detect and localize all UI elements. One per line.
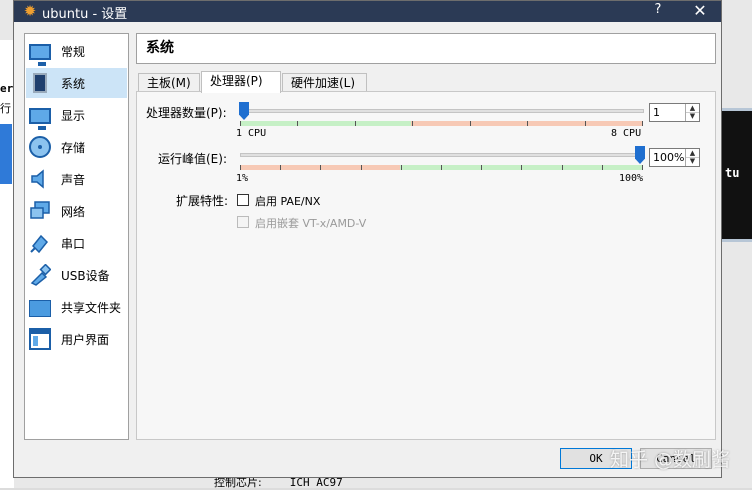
sidebar-item-system[interactable]: 系统 — [26, 68, 127, 98]
settings-sidebar: 常规 系统 显示 存储 声音 网络 串口 USB设备 共享文件夹 用户界面 — [24, 33, 129, 440]
sidebar-item-label: 声音 — [61, 172, 86, 187]
folder-icon — [29, 300, 51, 317]
tab-processor[interactable]: 处理器(P) — [201, 71, 281, 93]
execution-cap-spin-buttons: ▲ ▼ — [685, 149, 699, 166]
slider-tick — [470, 121, 471, 126]
settings-dialog: ✹ ubuntu - 设置 ? ✕ 常规 系统 显示 存储 声音 网络 串口 U… — [13, 0, 730, 478]
sidebar-item-audio[interactable]: 声音 — [26, 164, 127, 194]
execution-cap-min-label: 1% — [236, 173, 249, 184]
processor-count-label: 处理器数量(P): — [146, 106, 227, 120]
sidebar-item-label: 常规 — [61, 44, 86, 59]
slider-tick — [441, 165, 442, 170]
sidebar-item-shared-folders[interactable]: 共享文件夹 — [26, 292, 127, 322]
sidebar-item-label: 网络 — [61, 204, 86, 219]
slider-tick — [240, 121, 241, 126]
slider-tick — [585, 121, 586, 126]
execution-cap-max-label: 100% — [619, 173, 644, 184]
usb-icon — [29, 263, 52, 286]
tab-acceleration[interactable]: 硬件加速(L) — [282, 73, 367, 92]
sidebar-item-label: 用户界面 — [61, 332, 110, 347]
processor-ticks — [240, 121, 644, 126]
sidebar-item-usb[interactable]: USB设备 — [26, 260, 127, 290]
slider-tick — [297, 121, 298, 126]
extended-features-label: 扩展特性: — [176, 194, 229, 208]
slider-tick — [602, 165, 603, 170]
sidebar-item-serial[interactable]: 串口 — [26, 228, 127, 258]
general-monitor-icon — [29, 43, 51, 66]
processor-spin-buttons: ▲ ▼ — [685, 104, 699, 121]
sidebar-item-network[interactable]: 网络 — [26, 196, 127, 226]
watermark: 知乎 @数刷酱 — [610, 449, 731, 471]
slider-tick — [521, 165, 522, 170]
slider-tick — [642, 121, 643, 126]
speaker-icon — [29, 168, 51, 190]
sidebar-item-label: 共享文件夹 — [61, 300, 122, 315]
system-chip-icon — [29, 72, 51, 94]
nested-vtx-label: 启用嵌套 VT-x/AMD-V — [255, 217, 367, 230]
spin-down-arrow-icon[interactable]: ▼ — [686, 157, 699, 165]
slider-tick — [320, 165, 321, 170]
sidebar-item-storage[interactable]: 存储 — [26, 132, 127, 162]
close-button[interactable]: ✕ — [690, 1, 710, 21]
tab-motherboard[interactable]: 主板(M) — [138, 73, 200, 92]
sidebar-item-label: 存储 — [61, 140, 86, 155]
background-left-text-2: 行 — [0, 102, 11, 115]
slider-tick — [527, 121, 528, 126]
processor-min-label: 1 CPU — [236, 128, 267, 139]
execution-cap-label: 运行峰值(E): — [158, 152, 227, 166]
help-button[interactable]: ? — [650, 2, 666, 20]
execution-cap-spinbox[interactable]: 100% ▲ ▼ — [649, 148, 700, 167]
processor-count-value: 1 — [653, 106, 660, 119]
serial-port-icon — [29, 232, 51, 254]
storage-disk-icon — [29, 136, 51, 158]
slider-tick — [562, 165, 563, 170]
background-preview-text: tu — [725, 166, 740, 180]
section-title: 系统 — [136, 33, 716, 64]
processor-count-spinbox[interactable]: 1 ▲ ▼ — [649, 103, 700, 122]
background-selection — [0, 124, 12, 184]
slider-tick — [355, 121, 356, 126]
execution-cap-ticks — [240, 165, 644, 170]
display-monitor-icon — [29, 107, 51, 130]
window-title: ubuntu - 设置 — [42, 7, 128, 22]
sidebar-item-user-interface[interactable]: 用户界面 — [26, 324, 127, 354]
processor-slider-track[interactable] — [240, 109, 644, 113]
processor-max-label: 8 CPU — [611, 128, 642, 139]
network-icon — [29, 200, 51, 222]
sidebar-item-label: 串口 — [61, 236, 86, 251]
title-bar: ✹ ubuntu - 设置 ? ✕ — [14, 1, 721, 22]
virtualbox-gear-icon: ✹ — [23, 2, 37, 20]
pae-nx-checkbox[interactable] — [237, 194, 249, 206]
sidebar-item-display[interactable]: 显示 — [26, 100, 127, 130]
slider-tick — [280, 165, 281, 170]
processor-panel — [136, 91, 716, 440]
sidebar-item-label: 系统 — [61, 76, 86, 91]
slider-tick — [642, 165, 643, 170]
sidebar-item-label: 显示 — [61, 108, 86, 123]
spin-down-arrow-icon[interactable]: ▼ — [686, 112, 699, 120]
nested-vtx-checkbox — [237, 216, 249, 228]
slider-tick — [481, 165, 482, 170]
sidebar-item-label: USB设备 — [61, 268, 110, 283]
execution-cap-value: 100% — [653, 151, 685, 164]
execution-cap-slider-track[interactable] — [240, 153, 644, 157]
slider-tick — [240, 165, 241, 170]
slider-tick — [361, 165, 362, 170]
sidebar-item-general[interactable]: 常规 — [26, 36, 127, 66]
slider-tick — [412, 121, 413, 126]
user-interface-icon — [29, 328, 51, 350]
slider-tick — [401, 165, 402, 170]
pae-nx-label[interactable]: 启用 PAE/NX — [255, 193, 320, 209]
